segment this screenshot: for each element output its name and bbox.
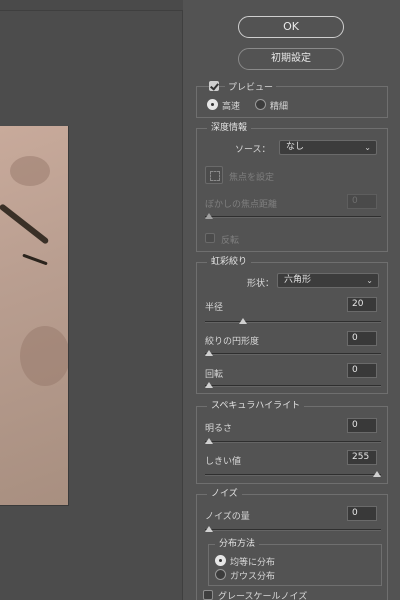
preview-panel: プレビュー 高速 精細 [196,80,388,118]
image-branch [0,203,50,245]
specular-title: スペキュラハイライト [207,400,305,412]
invert-checkbox[interactable] [205,233,215,243]
source-value: なし [286,142,305,152]
noise-amount-slider[interactable] [205,526,381,532]
radio-gaussian[interactable] [215,569,226,580]
slider-thumb[interactable] [205,526,213,532]
slider-thumb[interactable] [205,438,213,444]
noise-amount-input[interactable]: 0 [347,506,377,521]
slider-thumb[interactable] [205,213,213,219]
roundness-slider[interactable] [205,350,381,356]
image-blur-blob [20,326,68,386]
monochromatic-checkbox[interactable] [203,590,213,600]
iris-title: 虹彩絞り [207,256,252,268]
radio-uniform-label: 均等に分布 [230,558,276,568]
radius-input[interactable]: 20 [347,297,377,312]
preview-canvas[interactable] [0,0,183,600]
radius-slider[interactable] [205,318,381,324]
distribution-title: 分布方法 [215,538,260,550]
radio-gaussian-label: ガウス分布 [230,572,276,582]
slider-thumb[interactable] [373,471,381,477]
brightness-input[interactable]: 0 [347,418,377,433]
radius-label: 半径 [205,303,224,313]
source-select[interactable]: なし ⌄ [279,140,377,155]
radio-fast-label: 高速 [222,102,241,112]
ok-button[interactable]: OK [238,16,344,38]
shape-value: 六角形 [284,275,312,285]
preview-label: プレビュー [225,80,277,93]
blur-focal-distance-slider[interactable] [205,213,381,219]
threshold-input[interactable]: 255 [347,450,377,465]
rotation-label: 回転 [205,370,224,380]
chevron-down-icon: ⌄ [364,143,371,152]
preview-checkbox[interactable] [209,81,219,91]
rotation-input[interactable]: 0 [347,363,377,378]
specular-panel: スペキュラハイライト 明るさ 0 しきい値 255 [196,400,388,484]
radio-fine[interactable] [255,99,266,110]
image-branch-tip [22,253,48,266]
chevron-down-icon: ⌄ [366,276,373,285]
monochromatic-label: グレースケールノイズ [218,592,308,600]
roundness-label: 絞りの円形度 [205,337,260,347]
roundness-input[interactable]: 0 [347,331,377,346]
depth-map-title: 深度情報 [207,122,252,134]
slider-thumb[interactable] [205,382,213,388]
slider-thumb[interactable] [238,318,247,324]
brightness-slider[interactable] [205,438,381,444]
slider-thumb[interactable] [205,350,213,356]
blur-focal-distance-input[interactable]: 0 [347,194,377,209]
noise-amount-label: ノイズの量 [205,512,250,522]
blur-focal-distance-label: ぼかしの焦点距離 [205,200,278,210]
distribution-panel: 分布方法 均等に分布 ガウス分布 [208,538,382,586]
reset-button[interactable]: 初期設定 [238,48,344,70]
shape-label: 形状： [247,279,275,289]
radio-uniform[interactable] [215,555,226,566]
iris-panel: 虹彩絞り 形状： 六角形 ⌄ 半径 20 絞りの円形度 0 回転 0 [196,256,388,394]
brightness-label: 明るさ [205,424,233,434]
depth-map-panel: 深度情報 ソース： なし ⌄ 焦点を設定 ぼかしの焦点距離 0 反転 [196,122,388,252]
set-focus-label: 焦点を設定 [229,173,275,183]
radio-fine-label: 精細 [270,102,289,112]
threshold-slider[interactable] [205,471,381,477]
preview-image[interactable] [0,126,69,506]
radio-fast[interactable] [207,99,218,110]
source-label: ソース： [235,145,271,155]
set-focus-icon[interactable] [205,166,223,184]
rotation-slider[interactable] [205,382,381,388]
shape-select[interactable]: 六角形 ⌄ [277,273,379,288]
invert-label: 反転 [221,236,240,246]
threshold-label: しきい値 [205,457,242,467]
image-blur-blob [10,156,50,186]
noise-title: ノイズ [207,488,242,500]
